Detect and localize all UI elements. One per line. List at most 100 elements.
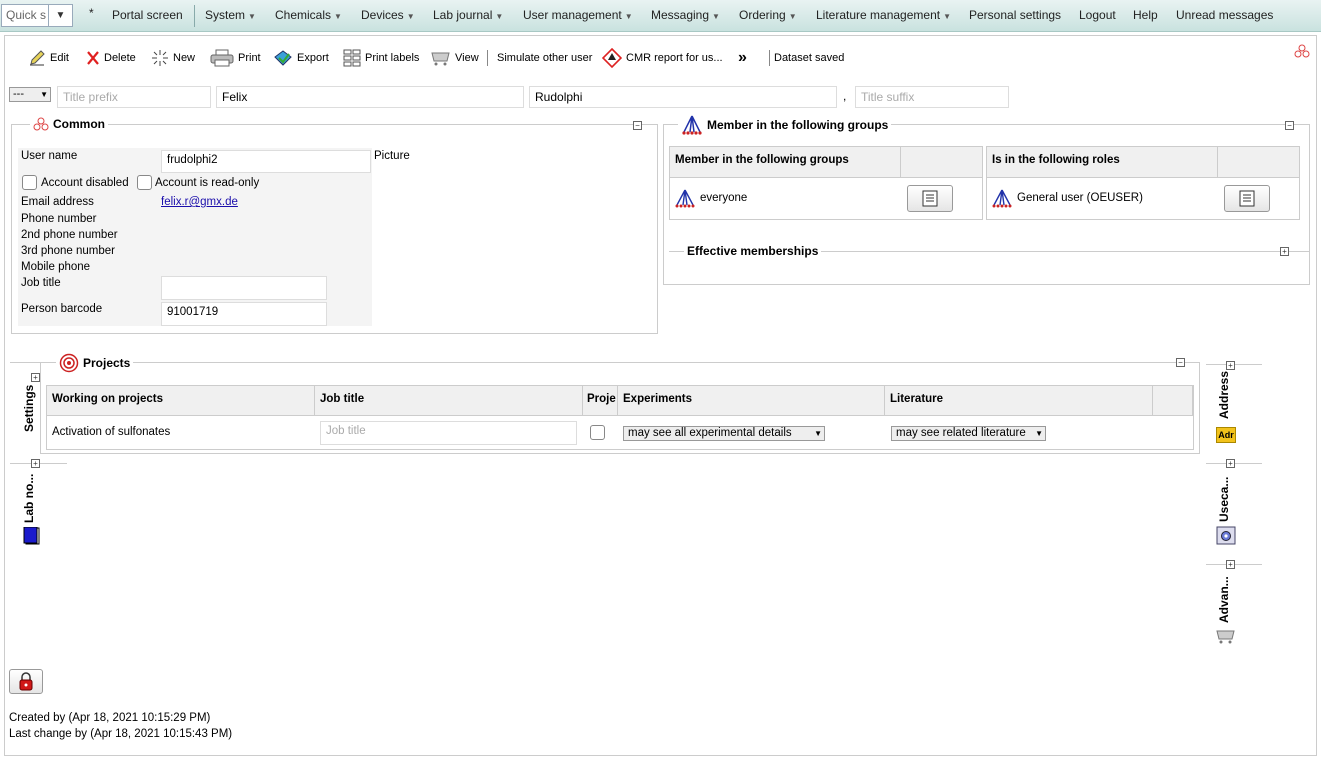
expand-settings-toggle[interactable]: + [31,373,40,382]
favorites-star[interactable]: * [89,6,94,20]
chevron-down-icon: ▼ [712,12,720,21]
menu-user-management[interactable]: User management ▼ [523,8,633,22]
menu-personal-settings[interactable]: Personal settings [969,8,1061,22]
group-tree-icon [675,189,695,208]
list-detail-icon [922,190,938,207]
edit-button[interactable]: Edit [28,50,69,66]
expand-lab-notebook-toggle[interactable]: + [31,459,40,468]
projects-header-job: Job title [314,385,583,416]
usecases-tab[interactable]: Useca... [1217,477,1231,522]
chevron-down-icon: ▼ [334,12,342,21]
title-suffix-input[interactable]: Title suffix [855,86,1009,108]
first-name-input[interactable]: Felix [216,86,524,108]
menu-messaging[interactable]: Messaging ▼ [651,8,720,22]
printer-icon [210,49,234,67]
lock-button[interactable] [9,669,43,694]
last-name-input[interactable]: Rudolphi [529,86,837,108]
last-change-info: Last change by (Apr 18, 2021 10:15:43 PM… [9,728,233,740]
collapse-projects-toggle[interactable]: − [1176,358,1185,367]
projects-header-extra [1152,385,1193,416]
phone-label: Phone number [21,213,97,225]
menu-logout[interactable]: Logout [1079,8,1116,22]
menu-unread-messages[interactable]: Unread messages [1176,8,1273,22]
print-labels-button[interactable]: Print labels [343,49,419,67]
created-info: Created by (Apr 18, 2021 10:15:29 PM) [9,712,211,724]
projects-header-experiments: Experiments [617,385,885,416]
user-name-label: User name [21,150,78,162]
export-icon [274,50,292,66]
usecase-gear-icon [1216,526,1236,545]
role-details-button[interactable] [1224,185,1270,212]
title-prefix-input[interactable]: Title prefix [57,86,211,108]
pencil-icon [30,50,45,66]
literature-permission-select[interactable]: may see related literature ▼ [891,426,1046,441]
collapse-groups-toggle[interactable]: − [1285,121,1294,130]
roles-header-action [1217,146,1300,178]
delete-button[interactable]: Delete [86,50,136,66]
lab-notebook-tab[interactable]: Lab no... [22,474,36,523]
salutation-select[interactable]: --- ▼ [9,87,51,102]
expand-advanced-toggle[interactable]: + [1226,560,1235,569]
advanced-cart-icon [1216,630,1235,644]
settings-tab[interactable]: Settings [22,385,36,432]
experiments-permission-select[interactable]: may see all experimental details ▼ [623,426,825,441]
project-name: Activation of sulfonates [52,426,171,438]
job-title-field[interactable] [161,276,327,300]
menu-literature-management[interactable]: Literature management ▼ [816,8,951,22]
account-readonly-checkbox[interactable] [137,175,152,190]
project-checkbox[interactable] [590,425,605,440]
expand-effective-toggle[interactable]: + [1280,247,1289,256]
more-actions-button[interactable]: » [738,49,747,66]
barcode-field[interactable]: 91001719 [161,302,327,326]
menu-chemicals[interactable]: Chemicals ▼ [275,8,342,22]
email-label: Email address [21,196,94,208]
chevron-down-icon: ▼ [495,12,504,21]
view-button[interactable]: View [431,50,479,66]
chevron-down-icon: ▼ [624,12,633,21]
export-button[interactable]: Export [273,50,329,66]
projects-header-proj: Proje [582,385,618,416]
role-row: General user (OEUSER) [991,188,1143,208]
group-details-button[interactable] [907,185,953,212]
menu-system[interactable]: System ▼ [205,8,256,22]
account-disabled-checkbox[interactable] [22,175,37,190]
menu-devices[interactable]: Devices ▼ [361,8,415,22]
expand-address-toggle[interactable]: + [1226,361,1235,370]
address-card-icon: Adr [1216,427,1236,443]
menu-portal-screen[interactable]: Portal screen [112,8,183,22]
menu-lab-journal[interactable]: Lab journal ▼ [433,8,503,22]
quick-search-input[interactable]: Quick s [1,4,49,27]
chevron-down-icon: ▼ [788,12,797,21]
groups-header-action [900,146,983,178]
expand-usecases-toggle[interactable]: + [1226,459,1235,468]
menu-help[interactable]: Help [1133,8,1158,22]
groups-header: Member in the following groups [669,146,901,178]
projects-legend: Projects [56,353,134,373]
quick-search-dropdown[interactable]: ▼ [49,4,73,27]
menu-ordering[interactable]: Ordering ▼ [739,8,797,22]
print-button[interactable]: Print [210,49,261,67]
user-name-field[interactable]: frudolphi2 [161,150,371,173]
chevron-down-icon: ▼ [943,12,951,21]
chevron-down-icon: ▼ [814,429,822,438]
simulate-user-button[interactable]: Simulate other user [497,50,592,66]
address-tab[interactable]: Address [1217,371,1231,419]
advanced-tab[interactable]: Advan... [1217,576,1231,623]
account-readonly-label: Account is read-only [155,177,260,189]
group-dots-icon [1294,44,1310,58]
roles-header: Is in the following roles [986,146,1218,178]
notebook-icon [23,527,40,545]
groups-legend: Member in the following groups [678,114,892,136]
chevron-down-icon: ▼ [406,12,415,21]
labels-grid-icon [343,49,361,67]
project-job-title-input[interactable]: Job title [320,421,577,445]
name-separator: , [843,89,847,103]
collapse-common-toggle[interactable]: − [633,121,642,130]
new-button[interactable]: New [151,50,195,66]
email-link[interactable]: felix.r@gmx.de [161,196,238,208]
chevron-down-icon: ▼ [248,12,256,21]
common-legend: Common [30,117,108,131]
lock-icon [19,672,33,691]
cmr-report-button[interactable]: CMR report for us... [602,48,723,68]
projects-rosette-icon [59,353,79,373]
